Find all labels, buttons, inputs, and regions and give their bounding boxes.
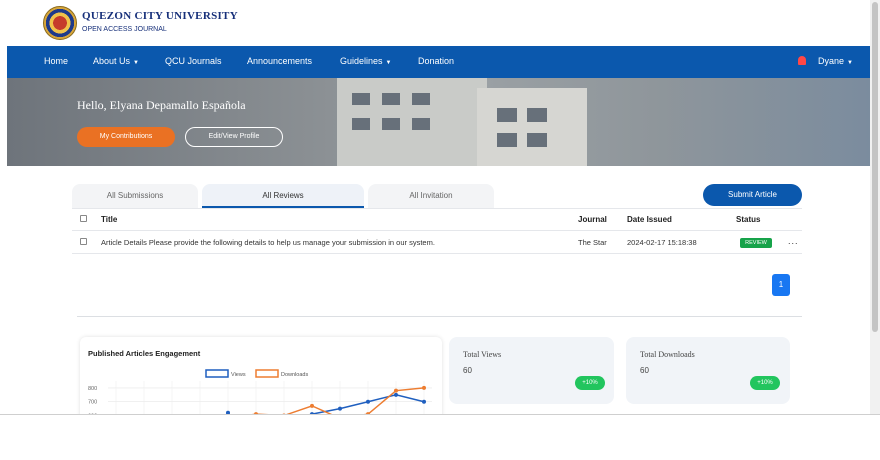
main-nav: Home About Us ▼ QCU Journals Announcement… [7,46,870,78]
column-header-status[interactable]: Status [736,215,760,224]
table-divider [72,230,802,231]
site-subtitle: OPEN ACCESS JOURNAL [82,26,167,33]
banner-window-shape [527,108,547,122]
below-viewport-area [0,414,880,460]
banner-window-shape [352,93,370,105]
y-tick-label: 700 [88,400,97,406]
row-checkbox[interactable] [80,238,87,245]
nav-guidelines[interactable]: Guidelines ▼ [340,56,391,66]
nav-announcements[interactable]: Announcements [247,56,312,66]
banner-window-shape [527,133,547,147]
total-downloads-card: Total Downloads 60 +10% [626,337,790,404]
stat-label: Total Downloads [640,350,695,359]
data-point [366,399,370,404]
chevron-down-icon: ▼ [847,60,853,66]
stat-label: Total Views [463,350,502,359]
data-point [338,406,342,411]
legend-swatch [255,369,279,378]
table-divider [72,208,802,209]
nav-guidelines-label: Guidelines [340,56,383,66]
data-point [422,385,426,390]
tab-all-invitation[interactable]: All Invitation [368,184,494,208]
nav-home[interactable]: Home [44,56,68,66]
legend-label: Views [231,372,246,378]
page: QUEZON CITY UNIVERSITY OPEN ACCESS JOURN… [0,0,880,460]
university-seal-logo[interactable] [43,6,77,40]
chevron-down-icon: ▼ [385,60,392,66]
banner-window-shape [382,118,400,130]
stat-value: 60 [640,366,649,375]
data-point [422,399,426,404]
column-header-title[interactable]: Title [101,215,117,224]
stat-change-badge: +10% [575,376,605,390]
nav-donation[interactable]: Donation [418,56,454,66]
banner-window-shape [352,118,370,130]
column-header-journal[interactable]: Journal [578,215,607,224]
select-all-checkbox[interactable] [80,215,87,222]
row-date: 2024-02-17 15:18:38 [627,238,697,247]
user-menu[interactable]: Dyane ▼ [818,56,853,66]
my-contributions-button[interactable]: My Contributions [77,127,175,147]
nav-about-us-label: About Us [93,56,131,66]
banner-window-shape [382,93,400,105]
y-tick-label: 800 [88,386,97,392]
status-badge: REVIEW [740,238,772,248]
data-point [394,388,398,393]
data-point [310,403,314,408]
banner-window-shape [412,118,430,130]
row-actions-more-icon[interactable]: ... [788,236,799,246]
submit-article-button[interactable]: Submit Article [703,184,802,206]
banner-building-image [477,88,587,166]
banner-window-shape [497,133,517,147]
legend-label: Downloads [281,372,308,378]
legend-swatch [205,369,229,378]
section-divider [77,316,802,317]
notification-bell-icon[interactable] [798,56,806,65]
scrollbar-thumb[interactable] [872,2,878,332]
nav-about-us[interactable]: About Us ▼ [93,56,139,66]
greeting-text: Hello, Elyana Depamallo Española [77,98,246,112]
stat-change-badge: +10% [750,376,780,390]
row-title[interactable]: Article Details Please provide the follo… [101,238,435,247]
site-header: QUEZON CITY UNIVERSITY OPEN ACCESS JOURN… [0,0,870,46]
banner-window-shape [497,108,517,122]
data-point [394,392,398,397]
user-name: Dyane [818,56,845,66]
pagination-page-button[interactable]: 1 [772,274,790,296]
welcome-banner: Hello, Elyana Depamallo Española My Cont… [7,78,870,166]
stat-value: 60 [463,366,472,375]
chevron-down-icon: ▼ [133,60,139,66]
edit-profile-button[interactable]: Edit/View Profile [185,127,283,147]
tab-all-reviews[interactable]: All Reviews [202,184,364,208]
column-header-date[interactable]: Date Issued [627,215,672,224]
total-views-card: Total Views 60 +10% [449,337,614,404]
banner-window-shape [412,93,430,105]
row-journal: The Star [578,238,607,247]
table-divider [72,253,802,254]
site-title[interactable]: QUEZON CITY UNIVERSITY [82,10,238,22]
tab-all-submissions[interactable]: All Submissions [72,184,198,208]
nav-qcu-journals[interactable]: QCU Journals [165,56,222,66]
